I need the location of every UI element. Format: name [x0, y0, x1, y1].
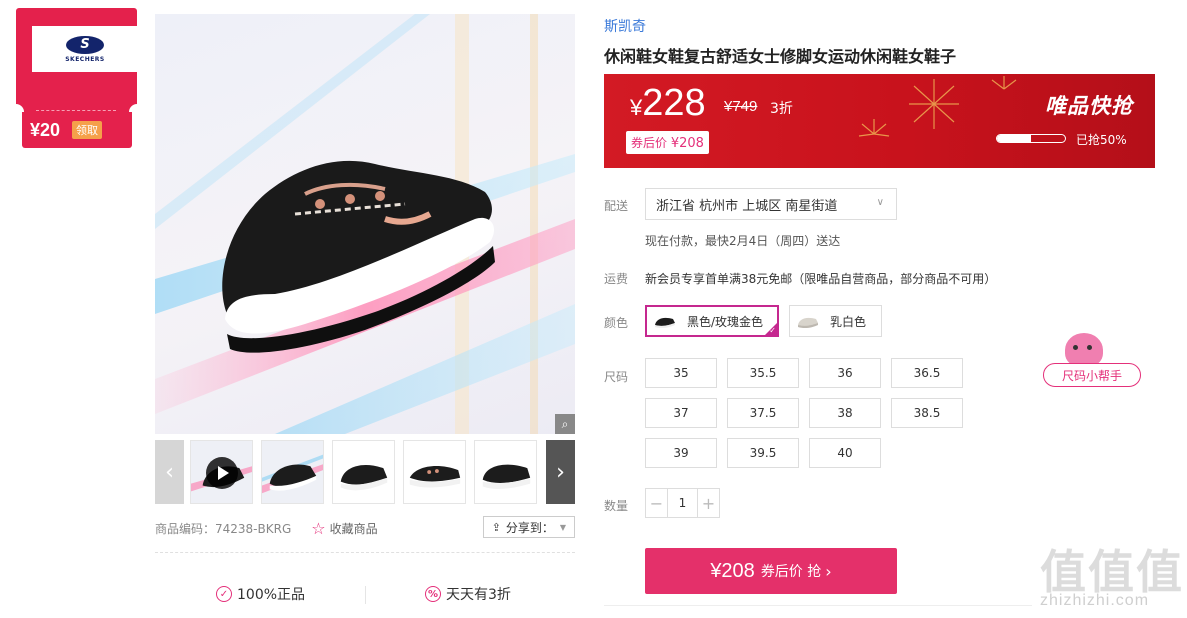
thumbnail-item[interactable]	[332, 440, 395, 504]
discount-rate: 3折	[770, 101, 793, 117]
favorite-label: 收藏商品	[329, 521, 378, 536]
size-option[interactable]: 38	[809, 398, 881, 428]
thumbnail-image	[333, 441, 394, 503]
chevron-down-icon: ▼	[559, 522, 566, 532]
size-option[interactable]: 36.5	[891, 358, 963, 388]
site-watermark: 值值值 zhizhizhi.com	[1036, 536, 1187, 618]
size-option[interactable]: 35	[645, 358, 717, 388]
assurance-discount: % 天天有3折	[425, 584, 511, 604]
store-coupon[interactable]: S SKECHERS ¥20 领取	[8, 8, 145, 148]
address-select[interactable]: 浙江省 杭州市 上城区 南星街道 ∨	[645, 188, 897, 220]
sold-progress-fill	[997, 135, 1031, 142]
color-swatch-image	[655, 317, 675, 329]
skechers-s-mark: S	[66, 35, 104, 54]
divider	[604, 605, 1032, 606]
size-option[interactable]: 38.5	[891, 398, 963, 428]
thumbnail-item[interactable]	[474, 440, 537, 504]
thumbnail-item[interactable]	[403, 440, 466, 504]
size-option[interactable]: 35.5	[727, 358, 799, 388]
shield-check-icon: ✓	[216, 586, 232, 602]
color-option-label: 乳白色	[830, 314, 867, 329]
color-option-label: 黑色/玫瑰金色	[687, 314, 764, 329]
after-coupon-label: 券后价	[631, 136, 668, 150]
currency-symbol: ¥	[630, 95, 643, 120]
address-value: 浙江省 杭州市 上城区 南星街道	[656, 198, 838, 214]
current-price-value: 228	[642, 82, 706, 124]
size-option[interactable]: 40	[809, 438, 881, 468]
share-button[interactable]: ⇪ 分享到： ▼	[482, 516, 575, 538]
current-price: ¥228	[630, 82, 706, 125]
sold-progress-bar	[996, 134, 1066, 143]
flash-sale-title: 唯品快抢	[1045, 94, 1133, 118]
shipping-label: 运费	[604, 272, 629, 286]
brand-link[interactable]: 斯凯奇	[604, 16, 646, 36]
check-icon: ✓	[769, 326, 776, 335]
thumbnail-prev-button[interactable]: ‹	[155, 440, 184, 504]
thumbnail-item[interactable]	[261, 440, 324, 504]
color-label: 颜色	[604, 316, 629, 330]
product-meta-row: 商品编码：74238-BKRG ☆ 收藏商品 ⇪ 分享到： ▼	[155, 516, 575, 540]
sold-progress-text: 已抢50%	[1076, 133, 1127, 147]
product-code: 商品编码：74238-BKRG	[155, 521, 292, 536]
size-label: 尺码	[604, 370, 629, 384]
size-helper-label: 尺码小帮手	[1043, 363, 1141, 387]
size-option[interactable]: 37	[645, 398, 717, 428]
fireworks-decoration	[858, 76, 1017, 137]
coupon-claim-button[interactable]: 领取	[72, 121, 103, 139]
after-coupon-price: 券后价 ¥208	[626, 131, 709, 154]
size-option[interactable]: 39.5	[727, 438, 799, 468]
divider	[155, 552, 575, 553]
original-price: ¥749	[724, 98, 758, 115]
quantity-decrease-button[interactable]: −	[646, 489, 668, 517]
coupon-amount: ¥20	[30, 119, 61, 140]
size-option[interactable]: 39	[645, 438, 717, 468]
divider	[365, 586, 366, 604]
skechers-logo: S SKECHERS	[32, 26, 138, 72]
main-product-image[interactable]: ⌕	[155, 14, 575, 434]
quantity-stepper: − 1 +	[645, 488, 720, 518]
assurance-label: 100%正品	[237, 587, 306, 603]
product-title: 休闲鞋女鞋复古舒适女士修脚女运动休闲鞋女鞋子	[604, 47, 957, 66]
thumbnail-strip: ‹ ›	[155, 440, 575, 504]
thumbnail-image	[262, 441, 323, 503]
share-label: 分享到：	[505, 520, 554, 535]
price-banner: ¥228 ¥749 3折 券后价 ¥208 唯品快抢 已抢50%	[604, 74, 1155, 168]
size-helper[interactable]: 尺码小帮手	[1043, 333, 1141, 389]
coupon-footer: ¥20 领取	[22, 112, 132, 148]
chevron-right-icon: ›	[825, 561, 832, 581]
thumbnail-video[interactable]	[190, 440, 253, 504]
star-icon: ☆	[311, 518, 326, 538]
share-icon: ⇪	[491, 520, 501, 534]
percent-badge-icon: %	[425, 586, 441, 602]
color-option-cream-white[interactable]: 乳白色	[789, 305, 882, 337]
quantity-input[interactable]: 1	[668, 489, 697, 517]
thumbnail-next-button[interactable]: ›	[546, 440, 575, 504]
thumbnail-image	[475, 441, 536, 503]
magnifier-icon[interactable]: ⌕	[555, 414, 575, 434]
after-coupon-value: ¥208	[670, 136, 704, 151]
size-option[interactable]: 36	[809, 358, 881, 388]
skechers-wordmark: SKECHERS	[65, 55, 105, 63]
color-option-black-rose-gold[interactable]: 黑色/玫瑰金色 ✓	[645, 305, 779, 337]
quantity-increase-button[interactable]: +	[697, 489, 719, 517]
delivery-label: 配送	[604, 199, 629, 213]
delivery-estimate: 现在付款，最快2月4日（周四）送达	[645, 234, 841, 248]
buy-label: 券后价 抢	[760, 564, 822, 580]
play-icon	[206, 457, 238, 489]
coupon-perforation	[36, 110, 116, 111]
color-swatch-image	[798, 317, 818, 329]
buy-price: ¥208	[710, 559, 755, 582]
shipping-info: 新会员专享首单满38元免邮（限唯品自营商品，部分商品不可用）	[645, 272, 997, 286]
thumbnail-image	[404, 441, 465, 503]
sneaker-photo	[155, 14, 575, 434]
watermark-url: zhizhizhi.com	[1040, 592, 1150, 609]
assurance-label: 天天有3折	[446, 587, 511, 603]
chevron-down-icon: ∨	[876, 197, 884, 208]
size-option[interactable]: 37.5	[727, 398, 799, 428]
favorite-button[interactable]: ☆ 收藏商品	[311, 519, 377, 538]
buy-now-button[interactable]: ¥208 券后价 抢 ›	[645, 548, 897, 594]
mascot-icon	[1065, 333, 1103, 367]
quantity-label: 数量	[604, 499, 629, 513]
assurance-authentic: ✓ 100%正品	[216, 584, 305, 604]
